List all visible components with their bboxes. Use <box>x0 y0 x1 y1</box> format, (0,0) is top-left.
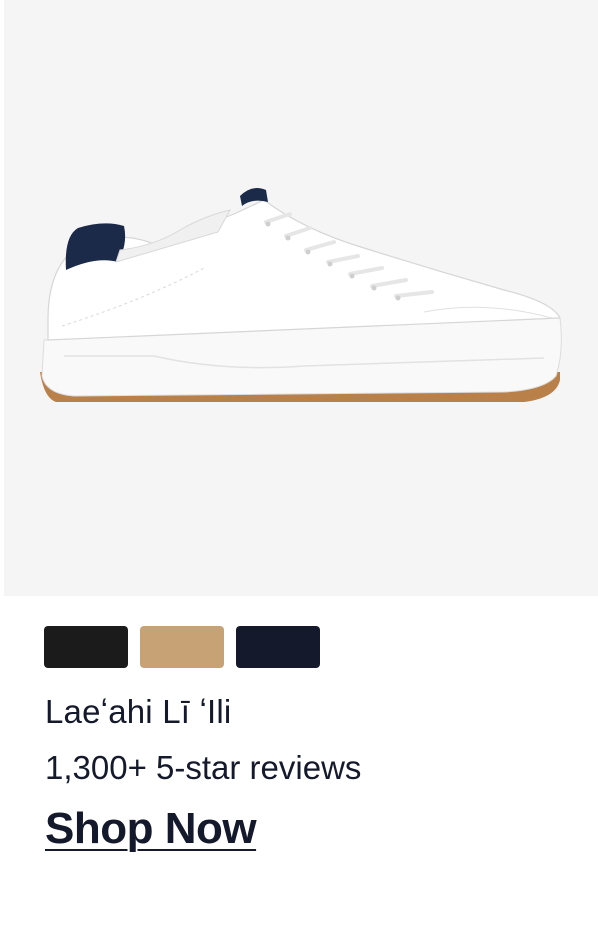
swatch-navy[interactable] <box>236 626 320 668</box>
swatch-tan[interactable] <box>140 626 224 668</box>
sneaker-illustration <box>40 188 562 402</box>
review-count: 1,300+ 5-star reviews <box>45 749 362 786</box>
swatch-black[interactable] <box>44 626 128 668</box>
product-name: Laeʻahi Lī ʻIli <box>45 693 232 730</box>
shop-now-link[interactable]: Shop Now <box>45 803 257 855</box>
product-image[interactable] <box>4 0 598 596</box>
color-swatches <box>44 626 320 668</box>
